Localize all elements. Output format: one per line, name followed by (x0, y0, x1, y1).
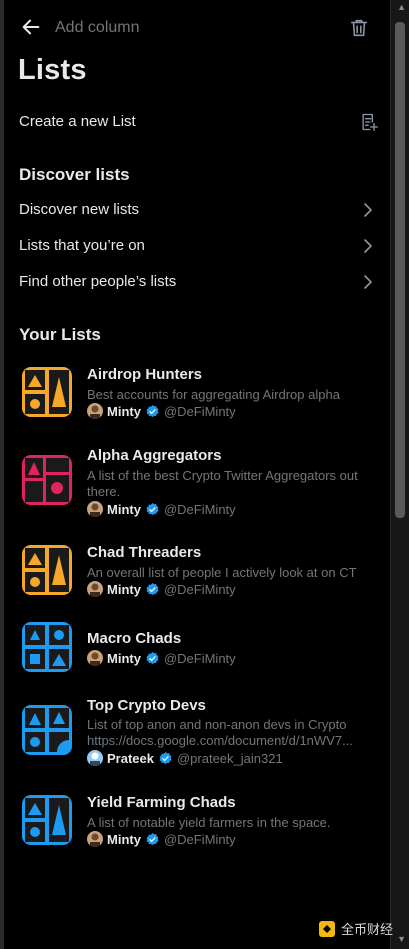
scrollbar-thumb[interactable] (395, 22, 405, 518)
column-header: Add column (18, 14, 378, 42)
list-item-alpha-aggregators[interactable]: Alpha Aggregators A list of the best Cry… (0, 437, 390, 522)
chevron-right-icon (364, 275, 373, 289)
page-title: Lists (18, 54, 87, 86)
create-list-button[interactable]: Create a new List (0, 104, 390, 140)
watermark-logo-icon (319, 920, 335, 937)
list-name: Airdrop Hunters (87, 366, 203, 383)
owner-handle: @DeFiMinty (163, 403, 236, 419)
list-item-macro-chads[interactable]: Macro Chads Minty @DeFiMinty (0, 620, 390, 675)
list-item-yield-farming-chads[interactable]: Yield Farming Chads A list of notable yi… (0, 784, 390, 854)
list-owner[interactable]: Minty @DeFiMinty (87, 580, 236, 598)
find-other-lists-item[interactable]: Find other people’s lists (0, 264, 390, 300)
avatar (87, 403, 103, 419)
new-list-icon (362, 113, 378, 131)
avatar (87, 501, 103, 517)
owner-name: Minty (107, 650, 141, 666)
owner-handle: @DeFiMinty (163, 650, 236, 666)
owner-name: Minty (107, 403, 141, 419)
list-name: Alpha Aggregators (87, 447, 222, 464)
owner-handle: @prateek_jain321 (176, 750, 283, 766)
discover-item-label: Discover new lists (19, 201, 140, 218)
discover-new-lists-item[interactable]: Discover new lists (0, 192, 390, 228)
verified-badge-icon (159, 751, 172, 764)
owner-handle: @DeFiMinty (163, 581, 236, 597)
owner-handle: @DeFiMinty (163, 831, 236, 847)
verified-badge-icon (146, 404, 159, 417)
watermark: 全币财经 (318, 919, 393, 938)
list-name: Yield Farming Chads (87, 794, 236, 811)
owner-name: Prateek (107, 750, 154, 766)
list-item-top-crypto-devs[interactable]: Top Crypto Devs List of top anon and non… (0, 687, 390, 772)
scroll-up-arrow-icon[interactable]: ▲ (397, 2, 406, 12)
owner-name: Minty (107, 831, 141, 847)
discover-item-label: Lists that you’re on (19, 237, 145, 254)
discover-item-label: Find other people’s lists (19, 273, 177, 290)
list-owner[interactable]: Minty @DeFiMinty (87, 500, 236, 518)
add-column-label[interactable]: Add column (55, 19, 140, 37)
list-name: Top Crypto Devs (87, 697, 206, 714)
list-banner-image (22, 367, 72, 417)
verified-badge-icon (146, 502, 159, 515)
list-banner-image (22, 795, 72, 845)
arrow-left-icon[interactable] (20, 16, 42, 38)
avatar (87, 581, 103, 597)
list-description: A list of the best Crypto Twitter Aggreg… (87, 468, 358, 483)
list-item-chad-threaders[interactable]: Chad Threaders An overall list of people… (0, 534, 390, 604)
list-banner-image (22, 455, 72, 505)
verified-badge-icon (146, 832, 159, 845)
owner-name: Minty (107, 581, 141, 597)
create-list-label: Create a new List (19, 113, 136, 130)
watermark-text: 全币财经 (341, 922, 394, 937)
owner-name: Minty (107, 501, 141, 517)
list-description-line-2: there. (87, 484, 121, 499)
list-banner-image (22, 622, 72, 672)
list-owner[interactable]: Prateek @prateek_jain321 (87, 749, 283, 767)
verified-badge-icon (146, 651, 159, 664)
avatar (87, 831, 103, 847)
trash-icon[interactable] (348, 17, 370, 39)
your-lists-heading: Your Lists (19, 325, 101, 344)
chevron-right-icon (364, 239, 373, 253)
verified-badge-icon (146, 582, 159, 595)
scrollbar[interactable]: ▲ ▼ (390, 0, 409, 949)
discover-lists-heading: Discover lists (19, 165, 130, 184)
list-name: Macro Chads (87, 630, 182, 647)
list-banner-image (22, 545, 72, 595)
list-owner[interactable]: Minty @DeFiMinty (87, 830, 236, 848)
list-description-link: https://docs.google.com/document/d/1nWV7… (87, 733, 353, 748)
list-banner-image (22, 705, 72, 755)
list-owner[interactable]: Minty @DeFiMinty (87, 402, 236, 420)
list-name: Chad Threaders (87, 544, 202, 561)
list-description: An overall list of people I actively loo… (87, 565, 357, 580)
avatar (87, 650, 103, 666)
owner-handle: @DeFiMinty (163, 501, 236, 517)
list-description: List of top anon and non-anon devs in Cr… (87, 717, 347, 732)
lists-you-are-on-item[interactable]: Lists that you’re on (0, 228, 390, 264)
avatar (87, 750, 103, 766)
chevron-right-icon (364, 203, 373, 217)
list-description: A list of notable yield farmers in the s… (87, 815, 331, 830)
list-description: Best accounts for aggregating Airdrop al… (87, 387, 340, 402)
list-owner[interactable]: Minty @DeFiMinty (87, 649, 236, 667)
list-item-airdrop-hunters[interactable]: Airdrop Hunters Best accounts for aggreg… (0, 356, 390, 426)
scroll-down-arrow-icon[interactable]: ▼ (397, 934, 406, 944)
